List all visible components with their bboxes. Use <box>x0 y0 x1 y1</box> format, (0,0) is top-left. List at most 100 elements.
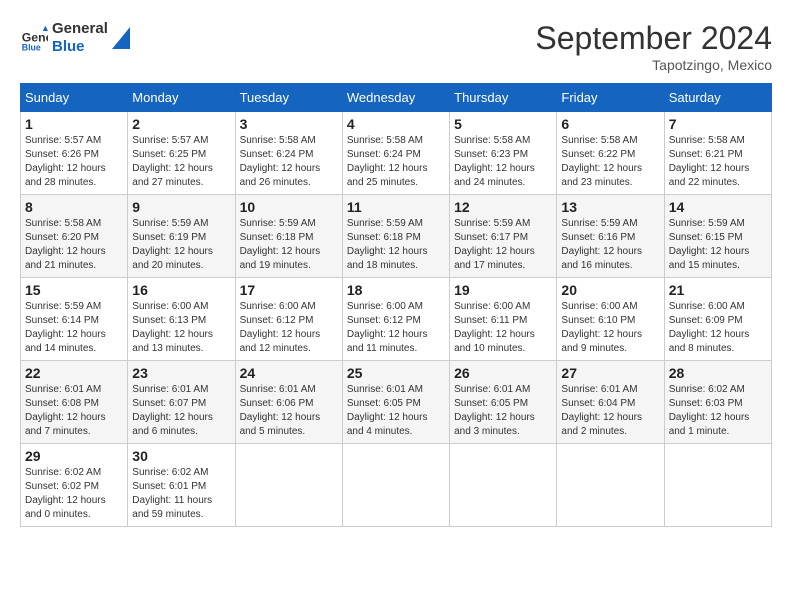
cell-info: Sunrise: 6:01 AMSunset: 6:08 PMDaylight:… <box>25 383 123 439</box>
cell-info: Sunrise: 5:58 AMSunset: 6:24 PMDaylight:… <box>240 134 338 190</box>
cell-info: Sunrise: 6:00 AMSunset: 6:12 PMDaylight:… <box>240 300 338 356</box>
day-number: 29 <box>25 448 123 464</box>
day-number: 6 <box>561 116 659 132</box>
cell-info: Sunrise: 6:00 AMSunset: 6:09 PMDaylight:… <box>669 300 767 356</box>
cell-info: Sunrise: 6:01 AMSunset: 6:07 PMDaylight:… <box>132 383 230 439</box>
cell-info: Sunrise: 6:00 AMSunset: 6:12 PMDaylight:… <box>347 300 445 356</box>
day-number: 2 <box>132 116 230 132</box>
logo-general: General <box>52 20 108 37</box>
calendar-cell: 11Sunrise: 5:59 AMSunset: 6:18 PMDayligh… <box>342 195 449 278</box>
calendar-cell: 19 Sunrise: 6:00 AMSunset: 6:11 PMDayligh… <box>450 278 557 361</box>
day-number: 24 <box>240 365 338 381</box>
day-number: 22 <box>25 365 123 381</box>
cell-info: Sunrise: 6:02 AMSunset: 6:01 PMDaylight:… <box>132 466 230 522</box>
cell-info: Sunrise: 5:58 AMSunset: 6:24 PMDaylight:… <box>347 134 445 190</box>
cell-info: Sunrise: 6:01 AMSunset: 6:06 PMDaylight:… <box>240 383 338 439</box>
calendar-row-3: 15 Sunrise: 5:59 AMSunset: 6:14 PMDayligh… <box>21 278 772 361</box>
calendar-body: 1Sunrise: 5:57 AMSunset: 6:26 PMDaylight… <box>21 112 772 527</box>
calendar-cell: 1Sunrise: 5:57 AMSunset: 6:26 PMDaylight… <box>21 112 128 195</box>
cell-info: Sunrise: 5:59 AMSunset: 6:17 PMDaylight:… <box>454 217 552 273</box>
logo: General Blue General Blue <box>20 20 130 56</box>
day-number: 17 <box>240 282 338 298</box>
cell-info: Sunrise: 5:59 AMSunset: 6:16 PMDaylight:… <box>561 217 659 273</box>
cell-info: Sunrise: 5:59 AMSunset: 6:14 PMDaylight:… <box>25 300 123 356</box>
day-number: 12 <box>454 199 552 215</box>
logo-blue: Blue <box>52 38 108 56</box>
calendar-table: Sunday Monday Tuesday Wednesday Thursday… <box>20 83 772 527</box>
calendar-cell: 20Sunrise: 6:00 AMSunset: 6:10 PMDayligh… <box>557 278 664 361</box>
col-header-friday: Friday <box>557 84 664 112</box>
logo-triangle-icon <box>112 27 130 49</box>
calendar-cell: 13 Sunrise: 5:59 AMSunset: 6:16 PMDayligh… <box>557 195 664 278</box>
day-number: 7 <box>669 116 767 132</box>
calendar-cell: 9Sunrise: 5:59 AMSunset: 6:19 PMDaylight… <box>128 195 235 278</box>
col-header-wednesday: Wednesday <box>342 84 449 112</box>
calendar-cell: 5Sunrise: 5:58 AMSunset: 6:23 PMDaylight… <box>450 112 557 195</box>
cell-info: Sunrise: 5:59 AMSunset: 6:15 PMDaylight:… <box>669 217 767 273</box>
calendar-cell: 16Sunrise: 6:00 AMSunset: 6:13 PMDayligh… <box>128 278 235 361</box>
cell-info: Sunrise: 5:58 AMSunset: 6:20 PMDaylight:… <box>25 217 123 273</box>
logo-icon: General Blue <box>20 24 48 52</box>
calendar-cell: 27Sunrise: 6:01 AMSunset: 6:04 PMDayligh… <box>557 361 664 444</box>
cell-info: Sunrise: 6:00 AMSunset: 6:10 PMDaylight:… <box>561 300 659 356</box>
calendar-row-5: 29Sunrise: 6:02 AMSunset: 6:02 PMDayligh… <box>21 444 772 527</box>
calendar-cell: 3 Sunrise: 5:58 AMSunset: 6:24 PMDaylight… <box>235 112 342 195</box>
calendar-cell: 2 Sunrise: 5:57 AMSunset: 6:25 PMDaylight… <box>128 112 235 195</box>
cell-info: Sunrise: 5:59 AMSunset: 6:19 PMDaylight:… <box>132 217 230 273</box>
day-number: 13 <box>561 199 659 215</box>
col-header-sunday: Sunday <box>21 84 128 112</box>
cell-info: Sunrise: 5:58 AMSunset: 6:21 PMDaylight:… <box>669 134 767 190</box>
col-header-saturday: Saturday <box>664 84 771 112</box>
day-number: 19 <box>454 282 552 298</box>
calendar-cell <box>664 444 771 527</box>
calendar-cell: 7 Sunrise: 5:58 AMSunset: 6:21 PMDaylight… <box>664 112 771 195</box>
header-row: Sunday Monday Tuesday Wednesday Thursday… <box>21 84 772 112</box>
location-subtitle: Tapotzingo, Mexico <box>535 57 772 73</box>
calendar-cell <box>235 444 342 527</box>
calendar-cell <box>342 444 449 527</box>
calendar-cell: 18 Sunrise: 6:00 AMSunset: 6:12 PMDayligh… <box>342 278 449 361</box>
calendar-cell: 28Sunrise: 6:02 AMSunset: 6:03 PMDayligh… <box>664 361 771 444</box>
calendar-cell: 6 Sunrise: 5:58 AMSunset: 6:22 PMDaylight… <box>557 112 664 195</box>
calendar-cell: 15 Sunrise: 5:59 AMSunset: 6:14 PMDayligh… <box>21 278 128 361</box>
calendar-row-1: 1Sunrise: 5:57 AMSunset: 6:26 PMDaylight… <box>21 112 772 195</box>
cell-info: Sunrise: 5:58 AMSunset: 6:22 PMDaylight:… <box>561 134 659 190</box>
day-number: 30 <box>132 448 230 464</box>
day-number: 3 <box>240 116 338 132</box>
day-number: 10 <box>240 199 338 215</box>
day-number: 14 <box>669 199 767 215</box>
calendar-cell: 4 Sunrise: 5:58 AMSunset: 6:24 PMDaylight… <box>342 112 449 195</box>
cell-info: Sunrise: 6:01 AMSunset: 6:04 PMDaylight:… <box>561 383 659 439</box>
title-block: September 2024 Tapotzingo, Mexico <box>535 20 772 73</box>
month-year-title: September 2024 <box>535 20 772 57</box>
day-number: 15 <box>25 282 123 298</box>
day-number: 4 <box>347 116 445 132</box>
calendar-cell: 25 Sunrise: 6:01 AMSunset: 6:05 PMDayligh… <box>342 361 449 444</box>
calendar-cell: 17 Sunrise: 6:00 AMSunset: 6:12 PMDayligh… <box>235 278 342 361</box>
cell-info: Sunrise: 6:02 AMSunset: 6:03 PMDaylight:… <box>669 383 767 439</box>
cell-info: Sunrise: 6:01 AMSunset: 6:05 PMDaylight:… <box>454 383 552 439</box>
day-number: 25 <box>347 365 445 381</box>
calendar-row-4: 22 Sunrise: 6:01 AMSunset: 6:08 PMDayligh… <box>21 361 772 444</box>
day-number: 23 <box>132 365 230 381</box>
page-header: General Blue General Blue September 2024… <box>20 20 772 73</box>
day-number: 18 <box>347 282 445 298</box>
col-header-thursday: Thursday <box>450 84 557 112</box>
calendar-row-2: 8Sunrise: 5:58 AMSunset: 6:20 PMDaylight… <box>21 195 772 278</box>
cell-info: Sunrise: 6:01 AMSunset: 6:05 PMDaylight:… <box>347 383 445 439</box>
col-header-tuesday: Tuesday <box>235 84 342 112</box>
cell-info: Sunrise: 5:59 AMSunset: 6:18 PMDaylight:… <box>347 217 445 273</box>
day-number: 5 <box>454 116 552 132</box>
calendar-cell: 24 Sunrise: 6:01 AMSunset: 6:06 PMDayligh… <box>235 361 342 444</box>
svg-text:Blue: Blue <box>22 42 41 52</box>
day-number: 26 <box>454 365 552 381</box>
calendar-cell: 22 Sunrise: 6:01 AMSunset: 6:08 PMDayligh… <box>21 361 128 444</box>
day-number: 16 <box>132 282 230 298</box>
calendar-cell: 30 Sunrise: 6:02 AMSunset: 6:01 PMDayligh… <box>128 444 235 527</box>
cell-info: Sunrise: 5:59 AMSunset: 6:18 PMDaylight:… <box>240 217 338 273</box>
calendar-cell: 21 Sunrise: 6:00 AMSunset: 6:09 PMDayligh… <box>664 278 771 361</box>
day-number: 21 <box>669 282 767 298</box>
cell-info: Sunrise: 6:00 AMSunset: 6:11 PMDaylight:… <box>454 300 552 356</box>
calendar-cell <box>557 444 664 527</box>
cell-info: Sunrise: 5:57 AMSunset: 6:25 PMDaylight:… <box>132 134 230 190</box>
